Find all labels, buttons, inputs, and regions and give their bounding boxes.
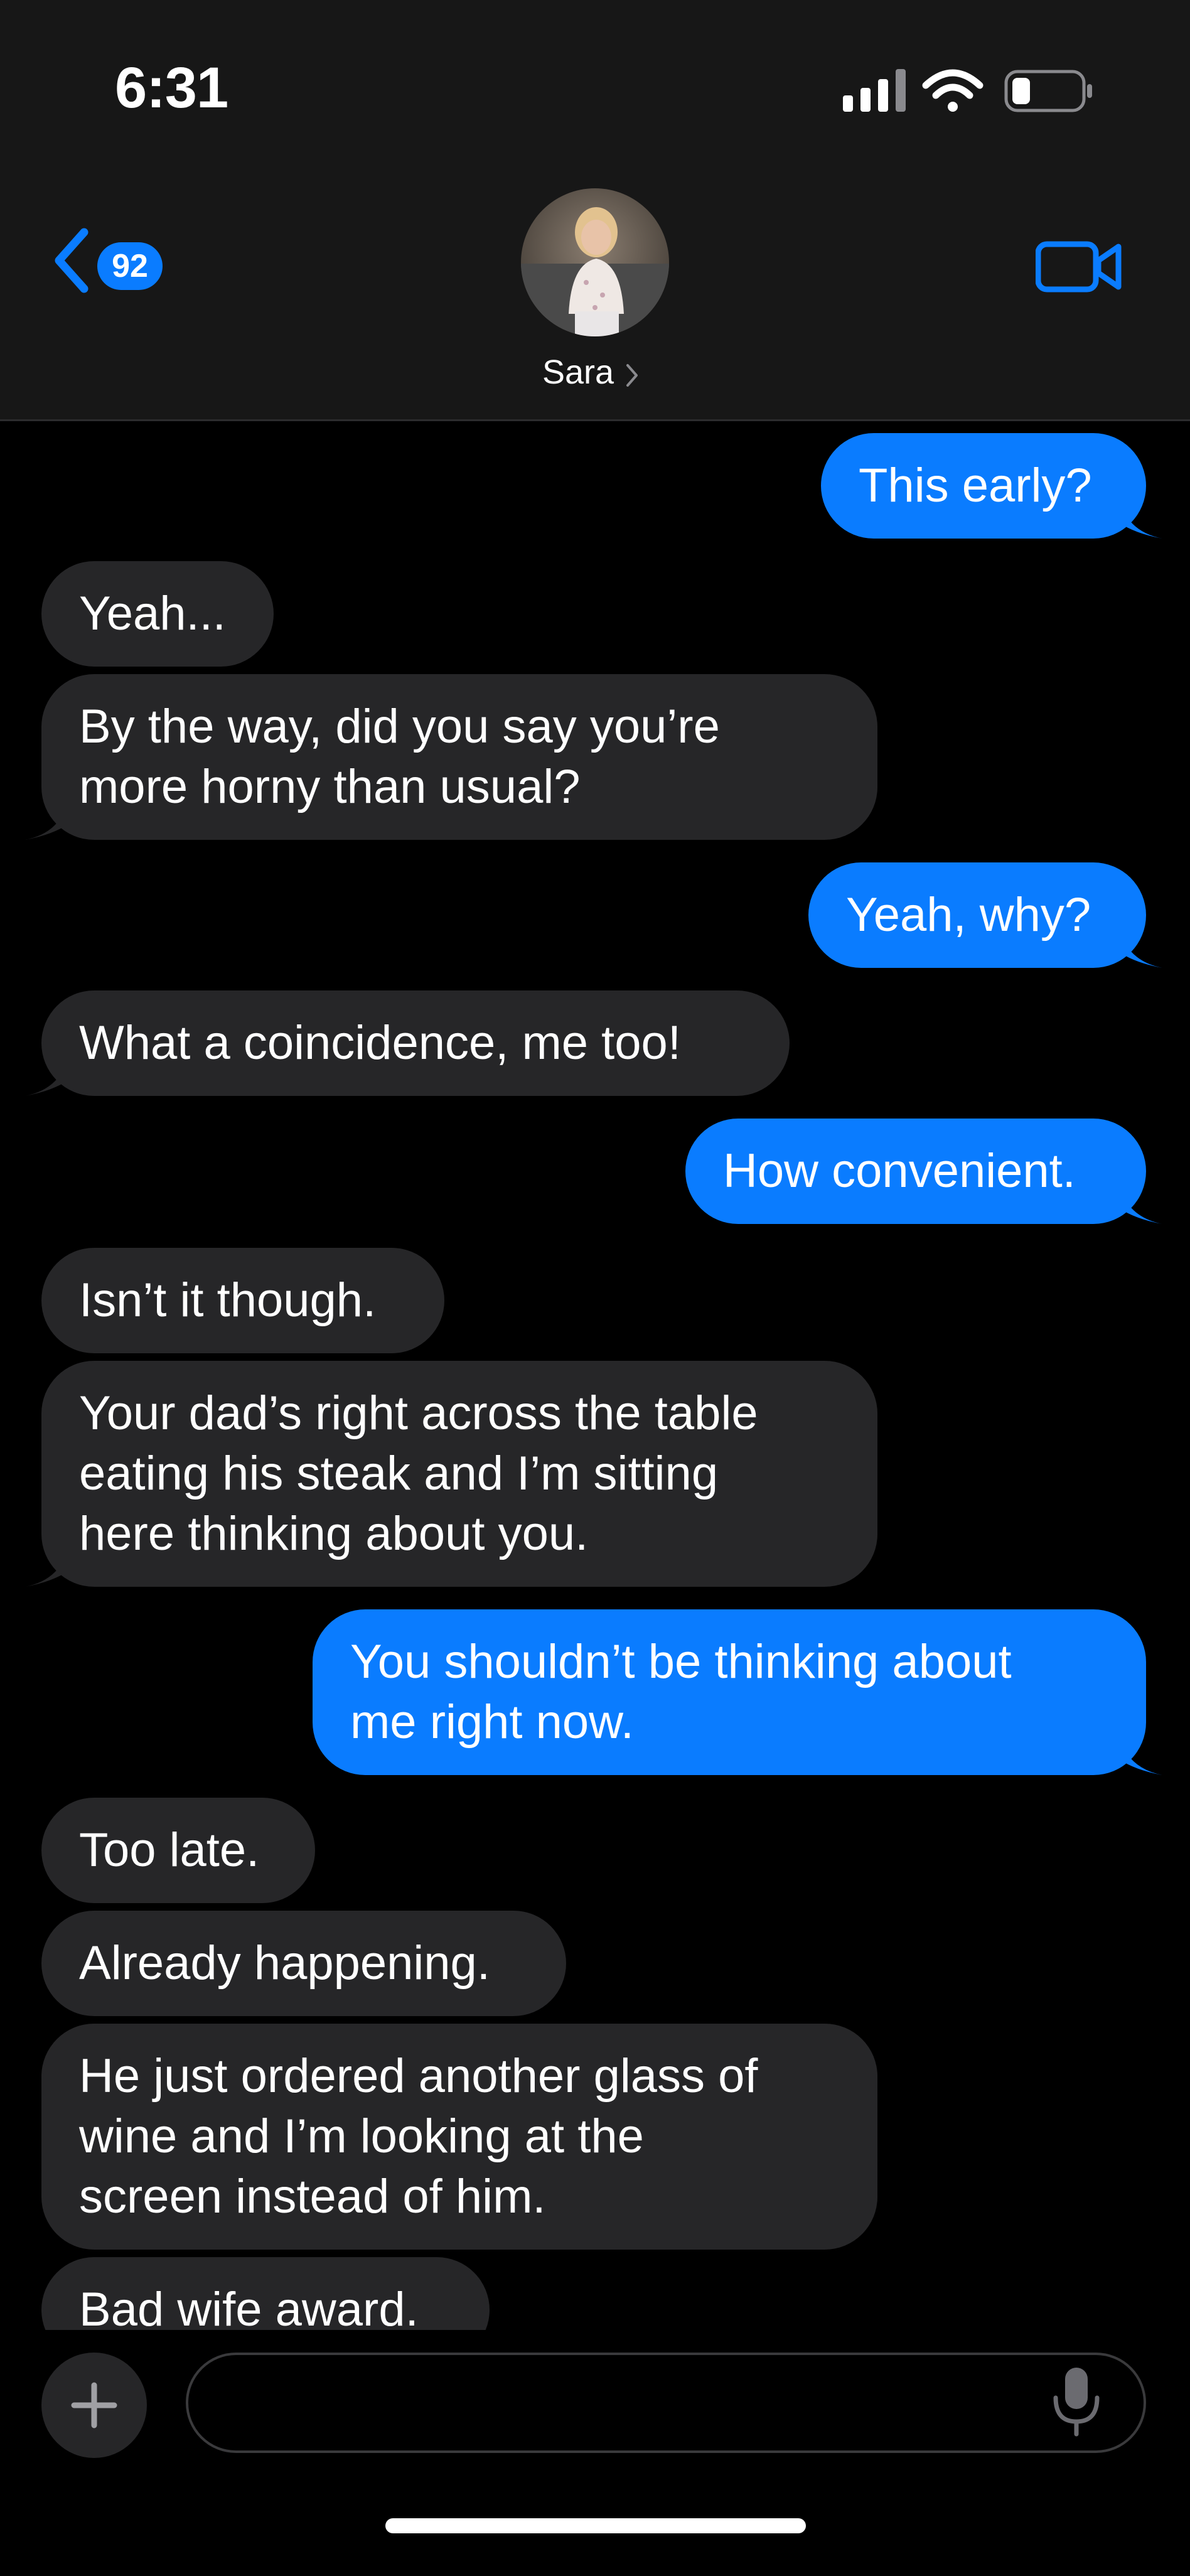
facetime-video-button[interactable] [1035, 235, 1123, 298]
bubble-tail [25, 1052, 69, 1096]
cellular-signal-icon [843, 69, 906, 112]
message-text: Isn’t it though. [79, 1274, 377, 1327]
bubble-tail [25, 1543, 69, 1587]
bubble-tail [1118, 495, 1162, 539]
message-bubble-incoming[interactable]: Too late. [41, 1798, 315, 1903]
message-list[interactable]: This early? Yeah... By the way, did you … [0, 422, 1190, 2330]
message-bubble-incoming[interactable]: What a coincidence, me too! [25, 990, 790, 1096]
message-text: Yeah, why? [846, 888, 1091, 942]
message-bubble-outgoing[interactable]: You shouldn’t be thinking about me right… [313, 1609, 1162, 1775]
messages-screen: 6:31 92 Sara This early? Yeah... By the … [0, 0, 1190, 2576]
home-indicator[interactable] [385, 2518, 806, 2533]
avatar-photo [521, 188, 669, 336]
battery-low-icon [1004, 70, 1092, 112]
imessage-input[interactable] [186, 2353, 1146, 2453]
video-camera-icon [1035, 241, 1122, 292]
message-text: He just ordered another glass of [79, 2049, 758, 2103]
message-text: eating his steak and I’m sitting [79, 1447, 719, 1500]
message-bubble-incoming[interactable]: Yeah... [41, 561, 274, 667]
microphone-icon [1053, 2368, 1100, 2437]
back-chevron-icon [55, 228, 88, 293]
message-text: Bad wife award. [79, 2283, 419, 2330]
message-text: By the way, did you say you’re [79, 700, 720, 753]
message-text: me right now. [350, 1695, 634, 1749]
message-bubble-outgoing[interactable]: This early? [821, 433, 1162, 539]
status-icons [843, 69, 1092, 112]
message-text: You shouldn’t be thinking about [350, 1635, 1012, 1688]
message-text: screen instead of him. [79, 2170, 546, 2223]
message-text: Already happening. [79, 1936, 490, 1990]
plus-icon [71, 2382, 117, 2428]
message-bubble-incoming[interactable]: Bad wife award. [41, 2257, 490, 2330]
message-bubble-incoming[interactable]: Your dad’s right across the table eating… [25, 1361, 877, 1587]
message-bubble-incoming[interactable]: Already happening. [41, 1911, 566, 2016]
unread-badge: 92 [97, 242, 163, 290]
message-text: here thinking about you. [79, 1507, 589, 1560]
status-time: 6:31 [115, 56, 228, 120]
message-bubble-incoming[interactable]: Isn’t it though. [41, 1248, 444, 1353]
conversation-header: 6:31 92 Sara [0, 0, 1190, 421]
message-bubble-incoming[interactable]: He just ordered another glass of wine an… [41, 2024, 877, 2250]
message-text: Your dad’s right across the table [79, 1387, 758, 1440]
message-text: How convenient. [723, 1144, 1076, 1198]
message-text: This early? [859, 459, 1092, 512]
bubble-tail [1118, 1180, 1162, 1224]
wifi-icon [922, 69, 984, 112]
message-text: What a coincidence, me too! [79, 1016, 681, 1070]
apps-plus-button[interactable] [41, 2353, 147, 2458]
message-bubble-incoming[interactable]: By the way, did you say you’re more horn… [25, 674, 877, 840]
contact-avatar[interactable] [521, 188, 669, 336]
message-text: wine and I’m looking at the [79, 2110, 644, 2163]
message-bubble-outgoing[interactable]: Yeah, why? [808, 862, 1162, 968]
message-text: Too late. [79, 1823, 260, 1877]
bubble-tail [1118, 1731, 1162, 1775]
chevron-right-icon [626, 364, 638, 387]
message-composer [0, 2330, 1190, 2576]
contact-name[interactable]: Sara [542, 353, 614, 392]
message-text: more horny than usual? [79, 760, 581, 813]
message-text: Yeah... [79, 587, 226, 640]
bubble-tail [1118, 924, 1162, 968]
microphone-button[interactable] [1048, 2364, 1105, 2439]
message-bubble-outgoing[interactable]: How convenient. [685, 1119, 1162, 1224]
back-button[interactable]: 92 [50, 226, 176, 301]
bubble-tail [25, 796, 69, 840]
